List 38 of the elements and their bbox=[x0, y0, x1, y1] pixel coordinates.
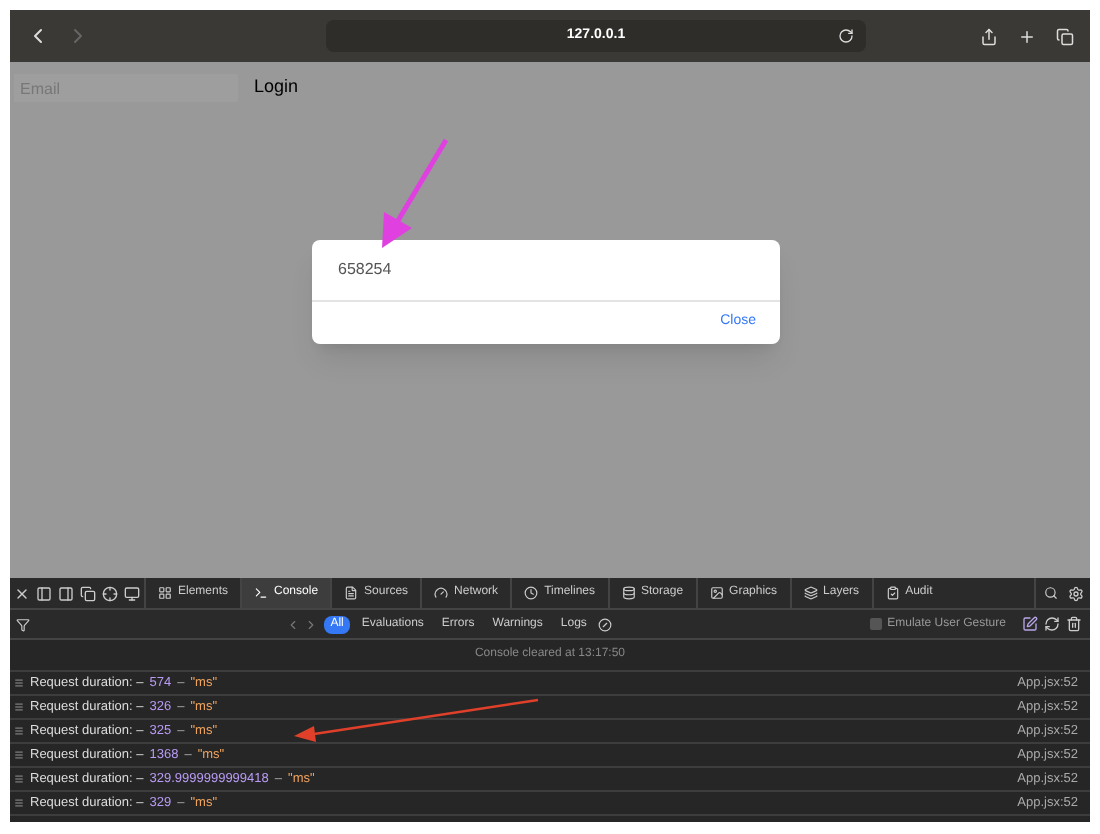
clipboard-icon bbox=[885, 586, 900, 600]
dock-left-icon[interactable] bbox=[36, 585, 52, 601]
dock-right-icon[interactable] bbox=[58, 585, 74, 601]
settings-icon[interactable] bbox=[1068, 585, 1084, 601]
share-icon[interactable] bbox=[980, 27, 998, 45]
crosshair-icon[interactable] bbox=[102, 585, 118, 601]
reload-icon[interactable] bbox=[838, 28, 854, 44]
monitor-icon[interactable] bbox=[124, 585, 140, 601]
refresh-icon[interactable] bbox=[1043, 616, 1060, 632]
document-icon bbox=[344, 586, 359, 600]
previous-icon[interactable] bbox=[286, 617, 301, 631]
database-icon bbox=[621, 586, 636, 600]
dialog-message: 658254 bbox=[338, 258, 392, 282]
log-icon bbox=[14, 678, 24, 688]
layers-icon bbox=[803, 586, 818, 600]
emulate-checkbox[interactable] bbox=[869, 618, 882, 630]
plus-icon[interactable] bbox=[1018, 27, 1036, 45]
clock-icon bbox=[524, 586, 539, 600]
gauge-icon bbox=[434, 586, 449, 600]
filter-icon[interactable] bbox=[16, 617, 30, 631]
log-icon bbox=[14, 774, 24, 784]
window-icon[interactable] bbox=[80, 585, 96, 601]
log-icon bbox=[14, 702, 24, 712]
log-icon bbox=[14, 726, 24, 736]
login-button[interactable]: Login bbox=[254, 74, 299, 102]
close-icon[interactable] bbox=[14, 585, 30, 601]
trash-icon[interactable] bbox=[1065, 616, 1082, 632]
edit-icon[interactable] bbox=[1021, 616, 1038, 632]
terminal-icon bbox=[254, 586, 269, 600]
log-icon bbox=[14, 798, 24, 808]
next-icon[interactable] bbox=[304, 617, 319, 631]
image-icon bbox=[709, 586, 724, 600]
tabs-icon[interactable] bbox=[1056, 27, 1074, 45]
annotation-arrow bbox=[376, 136, 452, 252]
search-icon[interactable] bbox=[1044, 586, 1058, 600]
grid-icon bbox=[158, 586, 172, 600]
circle-icon[interactable] bbox=[598, 617, 613, 631]
log-icon bbox=[14, 750, 24, 760]
